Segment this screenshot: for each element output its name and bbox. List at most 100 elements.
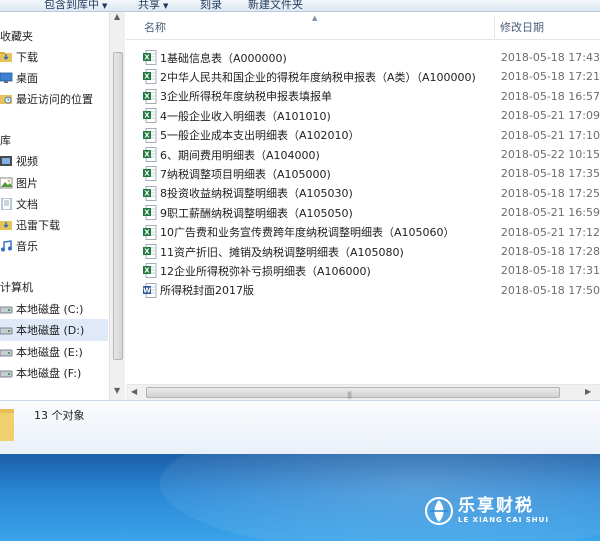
svg-text:X: X <box>144 92 150 100</box>
file-name: 1基础信息表（A000000) <box>160 51 287 65</box>
file-date-modified: 2018-05-18 17:31 <box>500 264 600 278</box>
libraries-heading-label: 库 <box>0 134 11 147</box>
file-row[interactable]: X 7纳税调整项目明细表（A105000) 2018-05-18 17:35 <box>143 164 600 183</box>
nav-item-drive-c[interactable]: 本地磁盘 (C:) <box>0 298 108 320</box>
excel-document-icon: X <box>143 108 157 124</box>
nav-computer-heading[interactable]: 计算机 <box>0 276 108 298</box>
brand-name-chinese: 乐享财税 <box>458 496 534 516</box>
file-row[interactable]: X 1基础信息表（A000000) 2018-05-18 17:43 <box>143 48 600 67</box>
file-row[interactable]: X 3企业所得税年度纳税申报表填报单 2018-05-18 16:57 <box>143 87 600 106</box>
svg-text:X: X <box>144 54 150 62</box>
burn-button[interactable]: 刻录 <box>200 0 222 11</box>
svg-text:X: X <box>144 209 150 217</box>
hard-drive-icon <box>0 327 13 335</box>
nav-label: 本地磁盘 (E:) <box>16 346 83 359</box>
file-row[interactable]: X 4一般企业收入明细表（A101010) 2018-05-21 17:09 <box>143 106 600 125</box>
file-row[interactable]: W 所得税封面2017版 2018-05-18 17:50 <box>143 281 600 300</box>
item-count: 13 个对象 <box>34 409 85 422</box>
new-folder-button[interactable]: 新建文件夹 <box>248 0 303 11</box>
computer-heading-label: 计算机 <box>0 281 33 294</box>
nav-favorites-heading[interactable]: 收藏夹 <box>0 25 108 47</box>
file-row[interactable]: X 5一般企业成本支出明细表（A102010） 2018-05-21 17:10 <box>143 126 600 145</box>
file-date-modified: 2018-05-21 17:10 <box>500 128 600 142</box>
excel-document-icon: X <box>143 224 157 240</box>
nav-item-music[interactable]: 音乐 <box>0 235 108 257</box>
nav-label: 音乐 <box>16 240 38 253</box>
nav-item-pictures[interactable]: 图片 <box>0 172 108 194</box>
nav-label: 图片 <box>16 177 38 190</box>
nav-libraries-heading[interactable]: 库 <box>0 129 108 151</box>
scroll-down-arrow-icon[interactable]: ▼ <box>114 386 120 395</box>
svg-text:X: X <box>144 248 150 256</box>
file-row[interactable]: X 6、期间费用明细表（A104000) 2018-05-22 10:15 <box>143 145 600 164</box>
svg-text:X: X <box>144 170 150 178</box>
share-button[interactable]: 共享 ▼ <box>138 0 169 11</box>
horizontal-scrollbar-thumb[interactable]: ||| <box>146 387 560 399</box>
file-name: 8投资收益纳税调整明细表（A105030) <box>160 187 353 201</box>
share-label: 共享 <box>138 0 160 11</box>
brand-logo: 乐享财税 LE XIANG CAI SHUI <box>424 496 549 526</box>
svg-text:X: X <box>144 73 150 81</box>
downloads-folder-icon <box>0 52 12 62</box>
nav-label: 本地磁盘 (C:) <box>16 303 84 316</box>
file-date-modified: 2018-05-18 17:28 <box>500 245 600 258</box>
svg-text:X: X <box>144 131 150 139</box>
svg-text:X: X <box>144 151 150 159</box>
include-in-library-button[interactable]: 包含到库中 ▼ <box>44 0 107 11</box>
excel-document-icon: X <box>143 205 157 221</box>
file-row[interactable]: X 8投资收益纳税调整明细表（A105030) 2018-05-18 17:25 <box>143 184 600 203</box>
scroll-up-arrow-icon[interactable]: ▲ <box>114 12 120 21</box>
nav-label: 本地磁盘 (F:) <box>16 367 82 380</box>
file-date-modified: 2018-05-18 17:25 <box>500 186 600 200</box>
hard-drive-icon <box>0 306 13 314</box>
nav-item-downloads[interactable]: 下载 <box>0 46 108 68</box>
file-name: 6、期间费用明细表（A104000) <box>160 148 320 162</box>
brand-logo-icon <box>425 497 453 525</box>
nav-item-drive-f[interactable]: 本地磁盘 (F:) <box>0 362 108 384</box>
excel-document-icon: X <box>143 244 157 259</box>
nav-item-recent-places[interactable]: 最近访问的位置 <box>0 88 108 110</box>
brand-name-english: LE XIANG CAI SHUI <box>458 516 549 524</box>
nav-item-xunlei-downloads[interactable]: 迅雷下载 <box>0 214 108 236</box>
pictures-icon <box>0 177 13 189</box>
column-header-date-modified[interactable]: 修改日期 <box>496 12 544 40</box>
nav-label: 迅雷下载 <box>16 219 60 232</box>
file-row[interactable]: X 9职工薪酬纳税调整明细表（A105050) 2018-05-21 16:59 <box>143 203 600 222</box>
file-date-modified: 2018-05-21 17:09 <box>500 109 600 123</box>
excel-document-icon: X <box>143 127 157 143</box>
nav-label: 最近访问的位置 <box>16 93 93 106</box>
file-name: 4一般企业收入明细表（A101010) <box>160 109 331 123</box>
file-date-modified: 2018-05-18 17:35 <box>500 167 600 181</box>
include-in-library-label: 包含到库中 <box>44 0 99 11</box>
desktop-icon <box>0 72 13 83</box>
file-row[interactable]: X 10广告费和业务宣传费跨年度纳税调整明细表（A105060） 2018-05-2… <box>143 223 600 242</box>
desktop-background: 乐享财税 LE XIANG CAI SHUI <box>0 454 600 541</box>
file-row[interactable]: X 12企业所得税弥补亏损明细表（A106000) 2018-05-18 17:31 <box>143 261 600 280</box>
file-name: 7纳税调整项目明细表（A105000) <box>160 167 331 181</box>
nav-item-desktop[interactable]: 桌面 <box>0 67 108 89</box>
excel-document-icon: X <box>143 166 157 182</box>
file-row[interactable]: X 11资产折旧、摊销及纳税调整明细表（A105080) 2018-05-18 17… <box>143 242 600 261</box>
file-date-modified: 2018-05-18 17:50 <box>500 283 600 297</box>
nav-label: 本地磁盘 (D:) <box>16 324 85 337</box>
nav-item-videos[interactable]: 视频 <box>0 150 108 172</box>
nav-item-documents[interactable]: 文档 <box>0 193 108 215</box>
horizontal-scrollbar[interactable]: ◀ ||| ▶ <box>126 384 600 400</box>
chevron-down-icon: ▼ <box>163 2 169 10</box>
nav-scrollbar-thumb[interactable] <box>113 52 123 360</box>
file-date-modified: 2018-05-18 16:57 <box>500 89 600 103</box>
nav-vertical-scrollbar[interactable]: ▲ ▼ <box>109 12 125 400</box>
nav-item-drive-d[interactable]: 本地磁盘 (D:) <box>0 319 108 341</box>
scroll-left-arrow-icon[interactable]: ◀ <box>131 387 137 396</box>
column-header-name[interactable]: 名称 <box>126 12 496 40</box>
column-divider[interactable] <box>494 16 495 38</box>
nav-item-drive-e[interactable]: 本地磁盘 (E:) <box>0 341 108 363</box>
grip-icon: ||| <box>347 391 352 399</box>
file-row[interactable]: X 2中华人民共和国企业的得税年度纳税申报表（A类）（A100000) 2018-0… <box>143 67 600 86</box>
excel-document-icon: X <box>143 50 157 65</box>
command-bar: 包含到库中 ▼ 共享 ▼ 刻录 新建文件夹 <box>0 0 600 12</box>
scroll-right-arrow-icon[interactable]: ▶ <box>585 387 591 396</box>
svg-text:W: W <box>143 286 151 294</box>
column-header-row: ▲ 名称 修改日期 <box>126 12 600 40</box>
file-name: 10广告费和业务宣传费跨年度纳税调整明细表（A105060） <box>160 226 455 240</box>
